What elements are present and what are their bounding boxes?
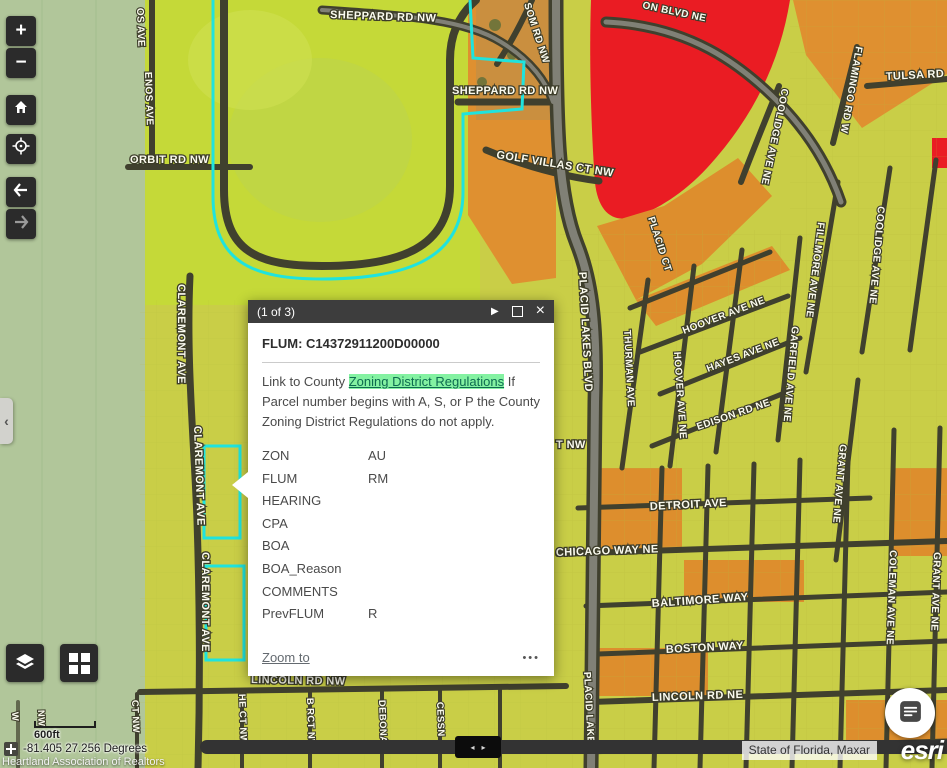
edit-notes-button[interactable] [885, 688, 935, 738]
field-label: ZON [262, 445, 368, 468]
field-row: CPA [262, 513, 540, 536]
popup-description: Link to County Zoning District Regulatio… [262, 372, 540, 432]
field-value: RM [368, 468, 388, 491]
esri-logo: esri [901, 735, 943, 766]
zoom-in-button[interactable]: + [6, 16, 36, 46]
back-arrow-icon [13, 181, 29, 203]
forward-button[interactable] [6, 209, 36, 239]
field-row: COMMENTS [262, 581, 540, 604]
street-label: DEBONA [376, 700, 389, 744]
street-label: SHEPPARD RD NW [452, 85, 558, 97]
zoom-controls: + − [6, 16, 36, 78]
field-row: ZONAU [262, 445, 540, 468]
coordinates-display: -81.405 27.256 Degrees [4, 742, 147, 756]
street-label: ORBIT RD NW [130, 154, 209, 166]
field-label: HEARING [262, 490, 368, 513]
field-label: BOA [262, 535, 368, 558]
parcel-grid [790, 0, 947, 230]
home-icon [13, 99, 29, 121]
zoom-out-button[interactable]: − [6, 48, 36, 78]
field-label: FLUM [262, 468, 368, 491]
apps-grid-icon [69, 653, 90, 674]
field-value: R [368, 603, 377, 626]
field-label: CPA [262, 513, 368, 536]
popup-pointer [232, 472, 248, 498]
attribute-fields: ZONAU FLUMRM HEARING CPA BOA BOA_Reason … [262, 445, 540, 626]
scale-bar: 600ft [34, 721, 96, 741]
popup-pager: (1 of 3) [257, 305, 295, 319]
watermark: Heartland Association of Realtors [2, 756, 165, 768]
scroll-left-icon: ◂ [470, 743, 474, 752]
map-attribution: State of Florida, Maxar [742, 741, 877, 760]
scale-line [34, 721, 96, 728]
field-row: BOA [262, 535, 540, 558]
popup-header[interactable]: (1 of 3) ▶ × [248, 300, 554, 323]
forward-arrow-icon [13, 213, 29, 235]
street-label: CLAREMONT AVE [175, 284, 187, 384]
notes-icon [897, 698, 924, 728]
basemap-button[interactable] [6, 644, 44, 682]
popup-body: FLUM: C14372911200D00000 Link to County … [248, 323, 554, 676]
close-icon[interactable]: × [536, 303, 545, 319]
street-label: OS AVE [134, 8, 146, 47]
popup-footer: Zoom to ••• [262, 650, 540, 665]
street-label: T NW [556, 439, 586, 451]
zoom-to-link[interactable]: Zoom to [262, 650, 310, 665]
street-label: CT NW [129, 700, 141, 734]
divider [262, 362, 540, 363]
link-prefix: Link to County [262, 374, 349, 389]
field-label: BOA_Reason [262, 558, 368, 581]
field-row: BOA_Reason [262, 558, 540, 581]
popup: (1 of 3) ▶ × FLUM: C14372911200D00000 Li… [248, 300, 554, 676]
popup-title: FLUM: C14372911200D00000 [262, 336, 540, 351]
next-feature-icon[interactable]: ▶ [491, 307, 499, 317]
field-row: HEARING [262, 490, 540, 513]
street-label: ENOS AVE [142, 72, 155, 126]
field-label: COMMENTS [262, 581, 368, 604]
dock-icon[interactable] [512, 306, 523, 317]
field-label: PrevFLUM [262, 603, 368, 626]
popup-header-icons: ▶ × [491, 305, 545, 319]
panel-collapse-button[interactable]: ‹ [0, 398, 13, 444]
home-button[interactable] [6, 95, 36, 125]
scroll-right-icon: ▸ [482, 743, 486, 752]
golf-blob [188, 10, 312, 110]
field-value: AU [368, 445, 386, 468]
apps-button[interactable] [60, 644, 98, 682]
coordinates-text: -81.405 27.256 Degrees [23, 743, 147, 755]
tree [489, 19, 501, 31]
scrollbar-thumb[interactable]: ◂▸ [455, 736, 501, 758]
coordinates-icon[interactable] [4, 742, 18, 756]
street-label: CLAREMONT AVE [199, 552, 211, 652]
locate-button[interactable] [6, 134, 36, 164]
basemap-icon [14, 651, 36, 676]
back-button[interactable] [6, 177, 36, 207]
zoning-regulations-link[interactable]: Zoning District Regulations [349, 374, 504, 389]
field-row: FLUMRM [262, 468, 540, 491]
more-options-icon[interactable]: ••• [522, 652, 540, 664]
scale-text: 600ft [34, 729, 96, 741]
street-label: LINCOLN RD NW [251, 674, 346, 688]
street-label: HE CT NW [236, 694, 249, 745]
street-label: W [9, 712, 20, 722]
street-label: CESSN [434, 702, 446, 737]
locate-icon [12, 137, 30, 161]
map-app: SHEPPARD RD NW SOM RD NW ON BLVD NE SHEP… [0, 0, 947, 768]
field-row: PrevFLUMR [262, 603, 540, 626]
